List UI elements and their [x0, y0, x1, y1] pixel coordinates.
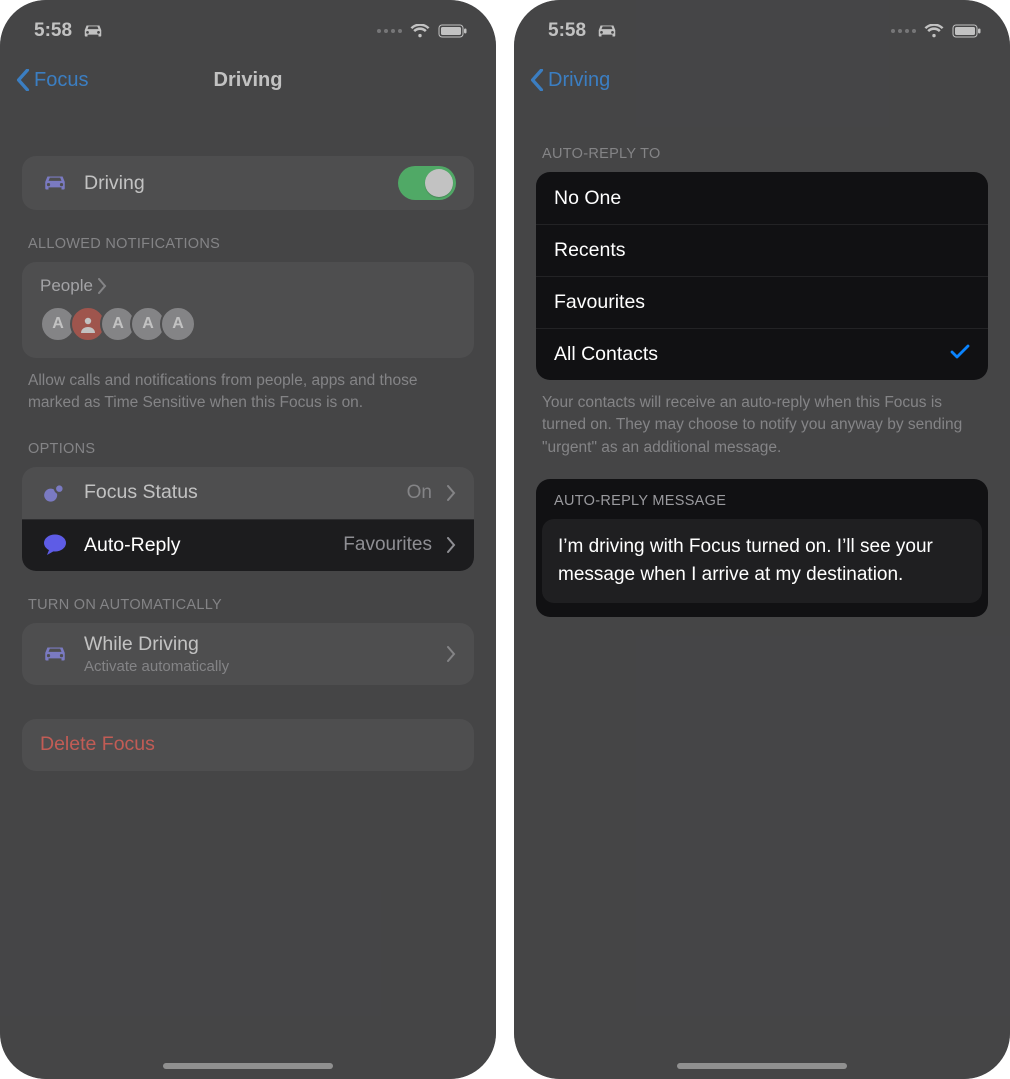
back-label: Driving	[548, 69, 610, 92]
nav-bar: Driving	[514, 54, 1010, 106]
battery-icon	[952, 24, 982, 38]
back-label: Focus	[34, 69, 88, 92]
reply-to-option-recents[interactable]: Recents	[536, 224, 988, 276]
auto-reply-label: Auto-Reply	[84, 534, 329, 557]
focus-status-row[interactable]: Focus Status On	[22, 467, 474, 519]
checkmark-icon	[950, 343, 970, 367]
car-icon	[82, 23, 104, 39]
status-bar: 5:58	[514, 0, 1010, 54]
driving-toggle[interactable]	[398, 166, 456, 200]
while-driving-label: While Driving	[84, 633, 432, 656]
car-icon	[596, 23, 618, 39]
chevron-right-icon	[97, 278, 107, 294]
car-icon	[40, 168, 70, 198]
focus-status-label: Focus Status	[84, 481, 393, 504]
while-driving-row[interactable]: While Driving Activate automatically	[22, 623, 474, 685]
reply-to-option-no-one[interactable]: No One	[536, 172, 988, 224]
option-label: Recents	[554, 239, 970, 262]
chevron-right-icon	[446, 537, 456, 553]
option-label: Favourites	[554, 291, 970, 314]
wifi-icon	[410, 24, 430, 38]
avatar: A	[160, 306, 196, 342]
delete-group: Delete Focus	[22, 719, 474, 771]
battery-icon	[438, 24, 468, 38]
reply-to-footer: Your contacts will receive an auto-reply…	[514, 380, 1010, 459]
option-label: No One	[554, 187, 970, 210]
wifi-icon	[924, 24, 944, 38]
home-indicator[interactable]	[677, 1063, 847, 1069]
allowed-footer: Allow calls and notifications from peopl…	[0, 358, 496, 415]
people-label: People	[40, 276, 93, 296]
driving-toggle-row: Driving	[22, 156, 474, 210]
allowed-people-cell[interactable]: People A A A A	[22, 262, 474, 358]
delete-focus-label: Delete Focus	[40, 733, 456, 756]
cellular-dots-icon	[891, 29, 916, 33]
cellular-dots-icon	[377, 29, 402, 33]
auto-reply-row[interactable]: Auto-Reply Favourites	[22, 519, 474, 571]
car-icon	[40, 639, 70, 669]
reply-to-list: No One Recents Favourites All Contacts	[536, 172, 988, 380]
back-button[interactable]: Focus	[16, 69, 88, 92]
people-avatars: A A A A	[40, 306, 196, 342]
section-header-auto: TURN ON AUTOMATICALLY	[0, 571, 496, 623]
while-driving-sub: Activate automatically	[84, 658, 432, 675]
focus-status-icon	[40, 478, 70, 508]
auto-reply-message-field[interactable]: I’m driving with Focus turned on. I’ll s…	[542, 519, 982, 602]
focus-status-detail: On	[407, 482, 432, 504]
delete-focus-button[interactable]: Delete Focus	[22, 719, 474, 771]
status-bar: 5:58	[0, 0, 496, 54]
option-label: All Contacts	[554, 343, 936, 366]
options-group: Focus Status On Auto-Reply Favourites	[22, 467, 474, 571]
chevron-right-icon	[446, 485, 456, 501]
section-header-reply-to: AUTO-REPLY TO	[514, 106, 1010, 172]
auto-group: While Driving Activate automatically	[22, 623, 474, 685]
speech-bubble-icon	[40, 530, 70, 560]
auto-reply-detail: Favourites	[343, 534, 432, 556]
reply-to-option-favourites[interactable]: Favourites	[536, 276, 988, 328]
section-header-allowed: ALLOWED NOTIFICATIONS	[0, 210, 496, 262]
status-time: 5:58	[34, 20, 72, 42]
phone-driving-settings: 5:58 Focus Driving	[0, 0, 496, 1079]
section-header-options: OPTIONS	[0, 415, 496, 467]
back-button[interactable]: Driving	[530, 69, 610, 92]
home-indicator[interactable]	[163, 1063, 333, 1069]
status-time: 5:58	[548, 20, 586, 42]
auto-reply-message-group: AUTO-REPLY MESSAGE I’m driving with Focu…	[536, 479, 988, 616]
phone-auto-reply: 5:58 Driving AUTO-REPLY	[514, 0, 1010, 1079]
chevron-right-icon	[446, 646, 456, 662]
auto-reply-message-header: AUTO-REPLY MESSAGE	[536, 479, 988, 519]
driving-toggle-label: Driving	[84, 172, 384, 195]
nav-bar: Focus Driving	[0, 54, 496, 106]
reply-to-option-all-contacts[interactable]: All Contacts	[536, 328, 988, 380]
